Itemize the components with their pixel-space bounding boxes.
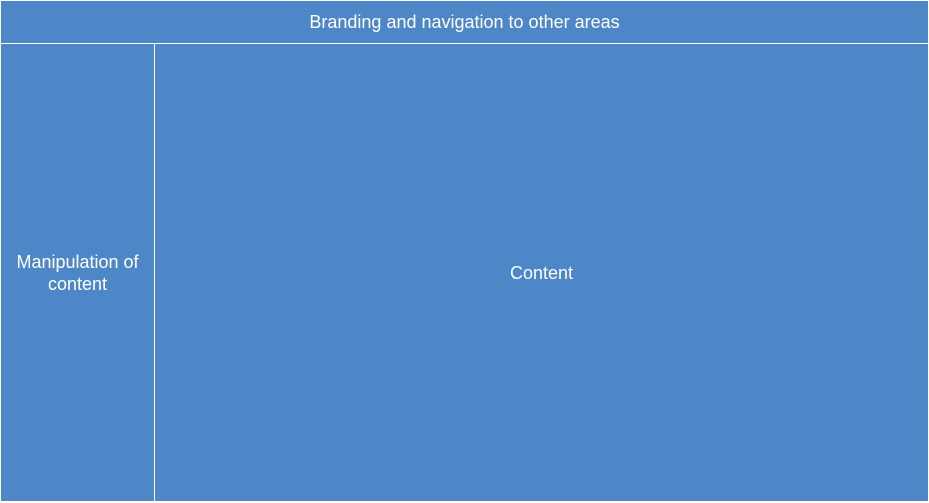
header-label: Branding and navigation to other areas — [309, 12, 620, 32]
content-label: Content — [509, 262, 574, 283]
sidebar-region: Manipulation of content — [1, 44, 154, 501]
sidebar-label: Manipulation of content — [16, 251, 139, 294]
content-region: Content — [155, 44, 928, 501]
layout-wireframe: Branding and navigation to other areas M… — [0, 0, 929, 503]
header-region: Branding and navigation to other areas — [1, 1, 928, 43]
